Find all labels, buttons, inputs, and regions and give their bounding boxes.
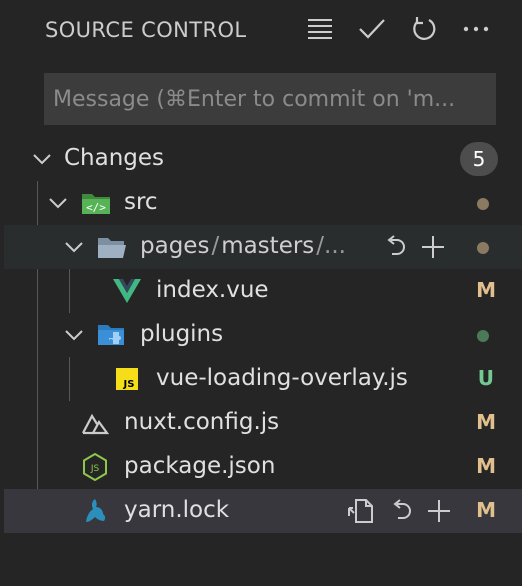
chevron-down-icon[interactable] <box>62 235 86 259</box>
stage-changes-icon[interactable] <box>424 497 454 525</box>
discard-changes-icon[interactable] <box>386 497 416 525</box>
folder-path-label: pages/masters/... <box>140 233 346 259</box>
commit-message-input[interactable] <box>45 74 495 124</box>
tree-item-label: index.vue <box>156 277 269 303</box>
discard-changes-icon[interactable] <box>380 233 410 261</box>
refresh-icon[interactable] <box>410 14 438 44</box>
status-badge: M <box>476 498 496 522</box>
view-as-list-icon[interactable] <box>306 14 334 44</box>
panel-header: SOURCE CONTROL <box>0 0 522 62</box>
modified-dot <box>477 242 489 254</box>
open-file-icon[interactable] <box>346 497 376 525</box>
nuxt-file-icon <box>80 409 110 437</box>
chevron-down-icon[interactable] <box>62 323 86 347</box>
tree-item-label: plugins <box>140 321 224 347</box>
svg-text:JS: JS <box>123 379 135 390</box>
tree-item-package-json[interactable]: JS package.json M <box>4 445 522 489</box>
yarn-file-icon <box>80 497 110 525</box>
stage-changes-icon[interactable] <box>418 233 448 261</box>
status-badge: U <box>477 366 494 390</box>
tree-item-pages-masters[interactable]: pages/masters/... <box>4 225 522 269</box>
chevron-down-icon[interactable] <box>46 191 70 215</box>
src-folder-icon: </> <box>81 189 111 217</box>
svg-text:</>: </> <box>86 201 106 214</box>
js-file-icon: JS <box>112 365 142 393</box>
status-badge: M <box>476 454 496 478</box>
tree-item-label: yarn.lock <box>124 497 230 523</box>
tree-item-label: src <box>124 189 158 215</box>
status-badge: M <box>476 278 496 302</box>
changes-group-header[interactable]: Changes <box>4 137 522 181</box>
changes-label: Changes <box>64 145 165 171</box>
commit-message-box <box>44 73 496 125</box>
tree-item-label: nuxt.config.js <box>124 409 280 435</box>
modified-dot <box>477 198 489 210</box>
tree-item-src[interactable]: </> src <box>4 181 522 225</box>
tree-item-label: vue-loading-overlay.js <box>156 365 408 391</box>
vue-file-icon <box>112 277 142 305</box>
svg-text:JS: JS <box>90 464 100 474</box>
plugins-folder-icon <box>97 321 127 349</box>
folder-open-icon <box>97 233 127 261</box>
tree-item-plugins[interactable]: plugins <box>4 313 522 357</box>
more-actions-icon[interactable] <box>462 14 490 44</box>
panel-title: SOURCE CONTROL <box>45 18 247 42</box>
chevron-down-icon[interactable] <box>30 147 54 171</box>
tree-item-yarn-lock[interactable]: yarn.lock M <box>4 489 522 533</box>
tree-item-nuxt-config[interactable]: nuxt.config.js M <box>4 401 522 445</box>
nodejs-file-icon: JS <box>80 453 110 481</box>
added-dot <box>477 330 489 342</box>
tree-item-vue-loading-overlay[interactable]: JS vue-loading-overlay.js U <box>4 357 522 401</box>
tree-item-index-vue[interactable]: index.vue M <box>4 269 522 313</box>
changes-count-badge: 5 <box>460 142 498 176</box>
tree-item-label: package.json <box>124 453 276 479</box>
commit-check-icon[interactable] <box>358 14 386 44</box>
status-badge: M <box>476 410 496 434</box>
